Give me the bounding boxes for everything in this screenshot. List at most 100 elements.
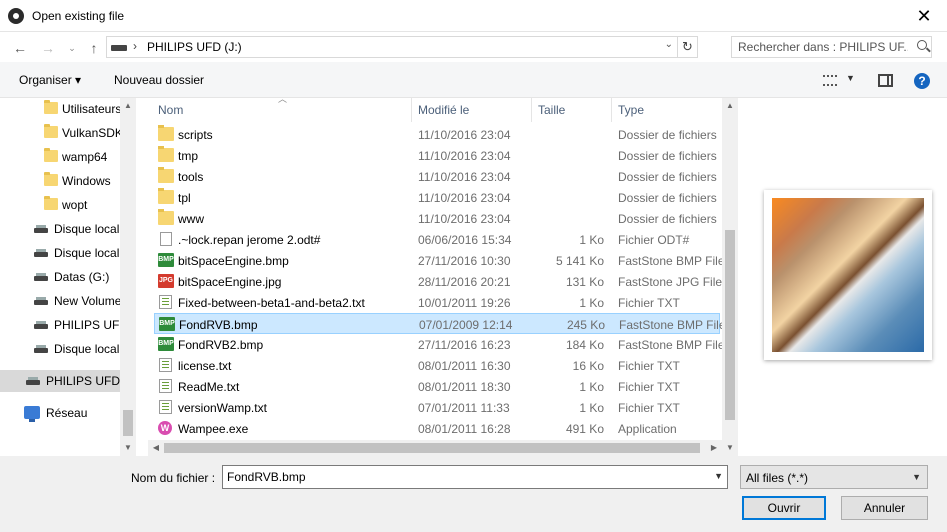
breadcrumb-path[interactable]: PHILIPS UFD (J:) bbox=[147, 40, 242, 54]
sidebar-item-disque-local-3[interactable]: Disque local bbox=[0, 338, 120, 360]
folder-icon bbox=[44, 124, 58, 138]
file-row[interactable]: license.txt 08/01/2011 16:30 16 Ko Fichier … bbox=[154, 355, 720, 376]
forward-arrow-icon[interactable]: → bbox=[38, 38, 58, 58]
new-folder-button[interactable]: Nouveau dossier bbox=[114, 73, 204, 87]
sidebar-item-reseau[interactable]: Réseau bbox=[0, 402, 120, 424]
cancel-button[interactable]: Annuler bbox=[841, 496, 928, 520]
scroll-down-arrow-icon[interactable]: ▼ bbox=[722, 440, 738, 456]
file-row[interactable]: BMP FondRVB2.bmp 27/11/2016 16:23 184 Ko Fas… bbox=[154, 334, 725, 355]
file-type-filter[interactable]: All files (*.*) ▼ bbox=[740, 465, 928, 489]
column-header-size[interactable]: Taille bbox=[532, 98, 612, 122]
recent-chevron-down-icon[interactable]: ⌄ bbox=[62, 38, 82, 58]
file-type: Dossier de fichiers bbox=[618, 170, 717, 184]
filter-chevron-down-icon[interactable]: ▼ bbox=[912, 472, 921, 482]
preview-image bbox=[772, 198, 924, 352]
file-row[interactable]: BMP bitSpaceEngine.bmp 27/11/2016 10:30 5 1… bbox=[154, 250, 725, 271]
help-icon[interactable]: ? bbox=[914, 73, 930, 89]
scroll-right-arrow-icon[interactable]: ▶ bbox=[706, 440, 722, 456]
drive-icon bbox=[34, 321, 48, 329]
sidebar-item-label: PHILIPS UFD ( bbox=[46, 374, 120, 388]
sidebar-item-utilisateurs[interactable]: Utilisateurs bbox=[0, 98, 120, 120]
sidebar-item-windows[interactable]: Windows bbox=[0, 170, 120, 192]
file-row[interactable]: www 11/10/2016 23:04 Dossier de fichiers bbox=[154, 208, 720, 229]
drive-icon bbox=[34, 249, 48, 257]
application-icon: W bbox=[158, 421, 172, 435]
search-input[interactable] bbox=[732, 37, 908, 57]
file-modified-date: 27/11/2016 10:30 bbox=[418, 254, 511, 268]
scroll-up-arrow-icon[interactable]: ▲ bbox=[722, 98, 738, 114]
column-header-type[interactable]: Type bbox=[612, 98, 722, 122]
search-box[interactable] bbox=[731, 36, 932, 58]
file-row[interactable]: scripts 11/10/2016 23:04 Dossier de fichie… bbox=[154, 124, 720, 145]
sidebar-item-philips-ufd[interactable]: PHILIPS UFD bbox=[0, 314, 120, 336]
bmp-file-icon: BMP bbox=[159, 317, 175, 331]
preview-pane bbox=[738, 98, 947, 456]
sidebar-item-philips-ufd-root[interactable]: PHILIPS UFD ( bbox=[0, 370, 120, 392]
view-options-chevron-icon[interactable]: ▼ bbox=[846, 73, 855, 83]
file-list-hscroll-thumb[interactable] bbox=[164, 443, 700, 453]
column-header-row: ︿ Nom Modifié le Taille Type bbox=[148, 98, 722, 122]
search-icon[interactable] bbox=[917, 40, 927, 50]
file-list-scroll-thumb[interactable] bbox=[725, 230, 735, 420]
sidebar-item-label: New Volume bbox=[54, 294, 120, 308]
up-arrow-icon[interactable]: ↑ bbox=[84, 38, 104, 58]
back-arrow-icon[interactable]: ← bbox=[10, 38, 30, 58]
file-modified-date: 08/01/2011 18:30 bbox=[418, 380, 511, 394]
file-row[interactable]: W Wampee.exe 08/01/2011 16:28 491 Ko Applica… bbox=[154, 418, 720, 439]
column-header-modified[interactable]: Modifié le bbox=[412, 98, 532, 122]
filename-combobox[interactable]: ▼ bbox=[222, 465, 728, 489]
file-modified-date: 07/01/2011 11:33 bbox=[418, 401, 510, 415]
preview-thumbnail bbox=[764, 190, 932, 360]
sidebar-item-disque-local-1[interactable]: Disque local bbox=[0, 218, 120, 240]
file-name: FondRVB2.bmp bbox=[178, 338, 264, 352]
preview-pane-icon[interactable] bbox=[878, 74, 893, 87]
address-history-chevron-icon[interactable]: ⌄ bbox=[665, 39, 673, 50]
filename-input[interactable] bbox=[223, 466, 703, 488]
file-row[interactable]: JPG bitSpaceEngine.jpg 28/11/2016 20:21 131… bbox=[154, 271, 722, 292]
file-row[interactable]: tmp 11/10/2016 23:04 Dossier de fichiers bbox=[154, 145, 720, 166]
file-name: www bbox=[178, 212, 204, 226]
file-row[interactable]: tools 11/10/2016 23:04 Dossier de fichiers bbox=[154, 166, 720, 187]
file-list-scrollbar[interactable]: ▲ ▼ bbox=[722, 98, 738, 456]
sidebar-scroll-thumb[interactable] bbox=[123, 410, 133, 436]
scroll-down-arrow-icon[interactable]: ▼ bbox=[120, 440, 136, 456]
sidebar-item-wopt[interactable]: wopt bbox=[0, 194, 120, 216]
sidebar-item-new-volume[interactable]: New Volume bbox=[0, 290, 120, 312]
sidebar-item-label: wopt bbox=[62, 198, 88, 212]
open-button[interactable]: Ouvrir bbox=[742, 496, 826, 520]
file-row[interactable]: ReadMe.txt 08/01/2011 18:30 1 Ko Fichier TX… bbox=[154, 376, 720, 397]
file-type: FastStone BMP File bbox=[619, 318, 726, 332]
file-row[interactable]: tpl 11/10/2016 23:04 Dossier de fichiers bbox=[154, 187, 720, 208]
column-header-name[interactable]: Nom bbox=[152, 98, 412, 122]
file-size: 1 Ko bbox=[579, 380, 604, 394]
file-size: 1 Ko bbox=[579, 233, 604, 247]
file-row[interactable]: versionWamp.txt 07/01/2011 11:33 1 Ko Fichi… bbox=[154, 397, 720, 418]
file-row[interactable]: .~lock.repan jerome 2.odt# 06/06/2016 15:… bbox=[154, 229, 720, 250]
close-button[interactable]: ✕ bbox=[901, 0, 947, 32]
dialog-footer: Nom du fichier : ▼ All files (*.*) ▼ Ouv… bbox=[0, 456, 947, 532]
sidebar-item-disque-local-2[interactable]: Disque local bbox=[0, 242, 120, 264]
view-options-icon[interactable] bbox=[823, 75, 837, 86]
file-row[interactable]: Fixed-between-beta1-and-beta2.txt 10/01/2… bbox=[154, 292, 720, 313]
text-file-icon bbox=[159, 358, 172, 372]
sidebar-item-vulkansdk[interactable]: VulkanSDK bbox=[0, 122, 120, 144]
scroll-up-arrow-icon[interactable]: ▲ bbox=[120, 98, 136, 114]
folder-icon bbox=[44, 172, 58, 186]
sidebar-item-datas[interactable]: Datas (G:) bbox=[0, 266, 120, 288]
file-modified-date: 06/06/2016 15:34 bbox=[418, 233, 512, 247]
drive-icon bbox=[34, 345, 48, 353]
address-field[interactable]: › PHILIPS UFD (J:) ⌄ ↻ bbox=[106, 36, 698, 58]
refresh-icon[interactable]: ↻ bbox=[677, 37, 697, 57]
file-size: 5 141 Ko bbox=[555, 254, 604, 268]
file-row[interactable]: BMP FondRVB.bmp 07/01/2009 12:14 245 Ko Fast… bbox=[154, 313, 726, 334]
sidebar-scrollbar[interactable]: ▲ ▼ bbox=[120, 98, 136, 456]
sidebar-item-wamp64[interactable]: wamp64 bbox=[0, 146, 120, 168]
file-name: .~lock.repan jerome 2.odt# bbox=[178, 233, 321, 247]
filename-chevron-down-icon[interactable]: ▼ bbox=[714, 471, 723, 481]
file-name: Fixed-between-beta1-and-beta2.txt bbox=[178, 296, 365, 310]
breadcrumb-separator: › bbox=[133, 39, 137, 53]
scroll-left-arrow-icon[interactable]: ◀ bbox=[148, 440, 164, 456]
file-list-hscrollbar[interactable]: ◀ ▶ bbox=[148, 440, 722, 456]
file-type: Fichier TXT bbox=[618, 359, 680, 373]
organiser-menu-button[interactable]: Organiser ▾ bbox=[19, 73, 81, 87]
